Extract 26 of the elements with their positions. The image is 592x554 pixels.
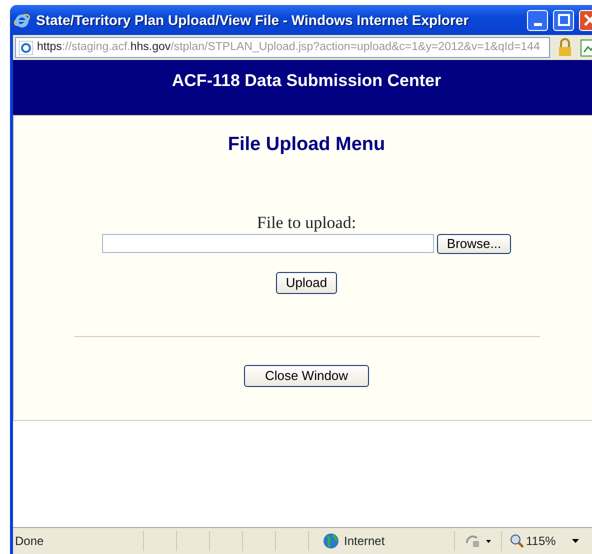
url-text: https bbox=[37, 40, 62, 53]
zoom-level[interactable]: 115% bbox=[526, 532, 572, 550]
minimize-icon bbox=[534, 22, 542, 26]
zoom-icon[interactable] bbox=[510, 534, 524, 548]
address-field[interactable]: https://staging.acf.hhs.gov/stplan/STPLAN_Upload.jsp?action=upload&c=1&y=2012&v=1&qId=144 bbox=[15, 37, 550, 58]
status-text: Done bbox=[14, 533, 45, 550]
minimize-button[interactable] bbox=[527, 10, 548, 30]
window-title: State/Territory Plan Upload/View File - Windows Internet Explorer bbox=[36, 10, 470, 30]
site-title: ACF-118 Data Submission Center bbox=[172, 70, 442, 92]
globe-icon bbox=[323, 533, 339, 549]
url-text: /stplan/STPLAN_Upload.jsp?action=upload&c=1&y=2012&v=1&qId=144 bbox=[170, 40, 540, 53]
maximize-button[interactable] bbox=[553, 10, 574, 30]
browse-button[interactable]: Browse... bbox=[436, 234, 512, 254]
close-icon bbox=[584, 14, 592, 26]
file-path-field[interactable] bbox=[102, 234, 434, 252]
maximize-icon bbox=[558, 14, 570, 26]
url-text: hhs.gov bbox=[130, 40, 171, 53]
page-heading: File Upload Menu bbox=[228, 133, 386, 157]
caret-icon[interactable] bbox=[572, 538, 580, 544]
browser-logo-icon bbox=[13, 11, 31, 29]
page-icon bbox=[19, 40, 33, 54]
upload-button[interactable]: Upload bbox=[276, 272, 338, 294]
security-zone[interactable]: Internet bbox=[344, 532, 454, 550]
url-text: ://staging.acf. bbox=[62, 40, 130, 53]
field-label: File to upload: bbox=[256, 214, 356, 230]
close-window-button[interactable]: Close Window bbox=[244, 364, 370, 386]
